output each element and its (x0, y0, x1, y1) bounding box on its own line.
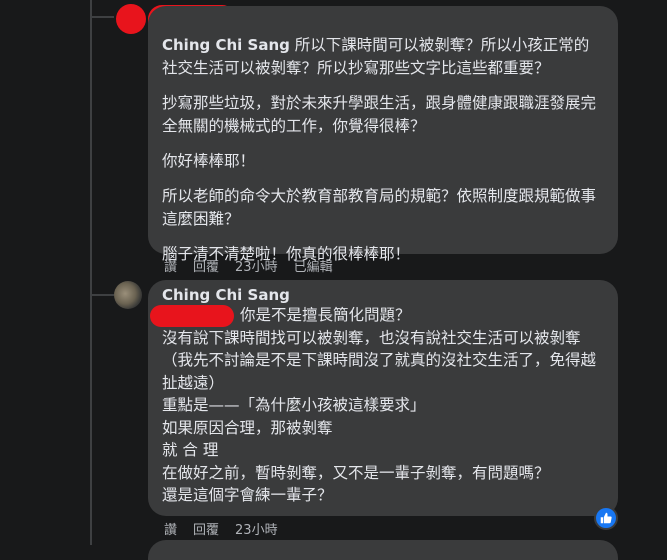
comment-line: 在做好之前，暫時剝奪，又不是一輩子剝奪，有問題嗎？ (162, 463, 550, 482)
comment-actions: 讚 回覆 23小時 (164, 519, 278, 538)
avatar[interactable] (116, 4, 146, 34)
comment-line: 重點是——「為什麼小孩被這樣要求」 (162, 396, 426, 414)
redaction-block (150, 305, 234, 327)
comment-paragraph: 你好棒棒耶！ (162, 152, 256, 170)
thread-connector (90, 294, 114, 296)
comment-author[interactable]: Ching Chi Sang (162, 286, 604, 304)
comment-actions: 讚 回覆 23小時 已編輯 (164, 256, 333, 275)
thread-connector (90, 16, 114, 18)
reply-button[interactable]: 回覆 (193, 519, 219, 538)
reaction-badge[interactable] (594, 506, 618, 530)
timestamp[interactable]: 23小時 (235, 519, 278, 538)
edited-label: 已編輯 (293, 260, 333, 275)
comment-paragraph: 抄寫那些垃圾，對於未來升學跟生活，跟身體健康跟職涯發展完全無關的機械式的工作，你… (162, 94, 597, 135)
comment-paragraph: 所以老師的命令大於教育部教育局的規範？依照制度跟規範做事這麼困難？ (162, 187, 597, 228)
comment-line: 沒有說下課時間找可以被剝奪，也沒有說社交生活可以被剝奪（我先不討論是不是下課時間… (162, 328, 597, 392)
like-button[interactable]: 讚 (164, 256, 177, 275)
comment-bubble: Ching Chi Sang 所以下課時間可以被剝奪？所以小孩正常的社交生活可以… (148, 6, 618, 263)
avatar[interactable] (114, 281, 142, 309)
comment-line: 如果原因合理，那被剝奪 (162, 418, 333, 437)
comment-text: Ching Chi Sang 所以下課時間可以被剝奪？所以小孩正常的社交生活可以… (162, 34, 604, 80)
comment-line: 就 合 理 (162, 441, 219, 459)
thread-line-branch (90, 18, 92, 294)
reply-button[interactable]: 回覆 (193, 256, 219, 275)
timestamp[interactable]: 23小時 (235, 256, 278, 275)
like-icon (600, 509, 612, 528)
next-comment-bubble (148, 540, 618, 560)
comment-author[interactable]: Ching Chi Sang (162, 36, 290, 54)
like-button[interactable]: 讚 (164, 519, 177, 538)
comment-line: 還是這個字會練一輩子？ (162, 486, 333, 504)
